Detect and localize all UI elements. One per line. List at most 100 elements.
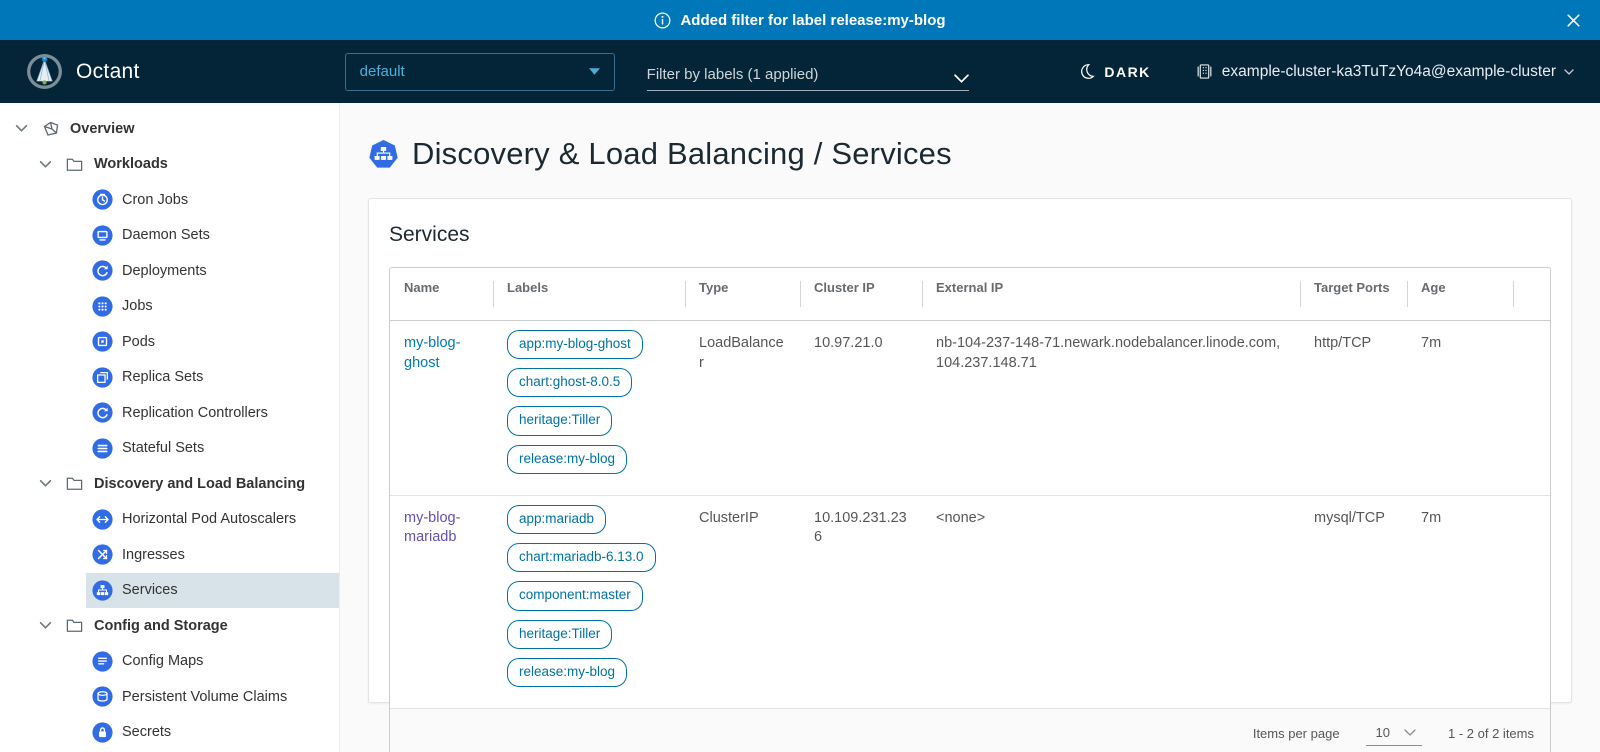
- sidebar-item-label: Ingresses: [122, 547, 185, 563]
- sidebar-item-config-maps[interactable]: Config Maps: [86, 644, 339, 680]
- cell-name: my-blog-mariadb: [390, 496, 493, 708]
- cell-labels: app:my-blog-ghost chart:ghost-8.0.5 herita…: [493, 321, 685, 495]
- sidebar-item-label: Discovery and Load Balancing: [94, 476, 305, 492]
- sidebar-item-label: Secrets: [122, 724, 171, 740]
- config-maps-icon: [92, 651, 113, 672]
- chevron-down-icon: [1404, 729, 1416, 736]
- info-icon: [654, 12, 671, 29]
- jobs-icon: [92, 296, 113, 317]
- sidebar-item-label: Replication Controllers: [122, 405, 268, 421]
- sidebar-item-services[interactable]: Services: [86, 573, 339, 609]
- label-pill[interactable]: heritage:Tiller: [507, 620, 612, 649]
- sidebar-item-pods[interactable]: Pods: [86, 324, 339, 360]
- namespace-select[interactable]: default: [345, 53, 615, 91]
- cell-cluster_ip: 10.109.231.236: [800, 496, 922, 708]
- chevron-down-icon[interactable]: [34, 160, 56, 169]
- sidebar-item-deployments[interactable]: Deployments: [86, 253, 339, 289]
- sidebar-item-label: Stateful Sets: [122, 440, 204, 456]
- label-pill[interactable]: app:mariadb: [507, 505, 606, 534]
- column-header-age[interactable]: Age: [1407, 268, 1513, 320]
- sidebar-item-secrets[interactable]: Secrets: [86, 715, 339, 751]
- moon-icon: [1078, 63, 1095, 80]
- table-pagination: Items per page 10 1 - 2 of 2 items: [390, 709, 1550, 752]
- sidebar-item-label: Cron Jobs: [122, 192, 188, 208]
- items-per-page-select[interactable]: 10: [1366, 722, 1422, 746]
- sidebar-item-cron-jobs[interactable]: Cron Jobs: [86, 182, 339, 218]
- services-icon: [92, 580, 113, 601]
- horizontal-pod-autoscalers-icon: [92, 509, 113, 530]
- label-filter-text: Filter by labels (1 applied): [647, 66, 819, 83]
- chevron-down-icon: [1564, 69, 1574, 75]
- label-pill[interactable]: release:my-blog: [507, 658, 627, 687]
- column-header-labels[interactable]: Labels: [493, 268, 685, 320]
- cluster-icon: [1195, 62, 1214, 81]
- cell-age: 7m: [1407, 496, 1513, 708]
- label-filter-dropdown[interactable]: Filter by labels (1 applied): [647, 53, 969, 91]
- sidebar-item-config-and-storage[interactable]: Config and Storage: [0, 608, 339, 644]
- cell-target_ports: http/TCP: [1300, 321, 1407, 495]
- sidebar-item-ingresses[interactable]: Ingresses: [86, 537, 339, 573]
- cell-external_ip: nb-104-237-148-71.newark.nodebalancer.li…: [922, 321, 1300, 495]
- sidebar-item-stateful-sets[interactable]: Stateful Sets: [86, 431, 339, 467]
- stateful-sets-icon: [92, 438, 113, 459]
- services-card: Services NameLabelsTypeCluster IPExterna…: [368, 198, 1572, 703]
- overview-icon: [40, 118, 61, 139]
- column-header-name[interactable]: Name: [390, 268, 493, 320]
- column-header-target_ports[interactable]: Target Ports: [1300, 268, 1407, 320]
- pagination-range: 1 - 2 of 2 items: [1448, 726, 1534, 741]
- column-header-cluster_ip[interactable]: Cluster IP: [800, 268, 922, 320]
- label-pill[interactable]: release:my-blog: [507, 445, 627, 474]
- label-pill[interactable]: chart:ghost-8.0.5: [507, 368, 632, 397]
- label-pill[interactable]: app:my-blog-ghost: [507, 330, 643, 359]
- column-header-type[interactable]: Type: [685, 268, 800, 320]
- main-content: Discovery & Load Balancing / Services Se…: [340, 103, 1600, 752]
- cell-labels: app:mariadb chart:mariadb-6.13.0 component…: [493, 496, 685, 708]
- namespace-value: default: [360, 63, 405, 80]
- sidebar-item-persistent-volume-claims[interactable]: Persistent Volume Claims: [86, 679, 339, 715]
- notification-bar: Added filter for label release:my-blog: [0, 0, 1600, 40]
- cluster-selector[interactable]: example-cluster-ka3TuTzYo4a@example-clus…: [1195, 62, 1574, 81]
- sidebar-item-jobs[interactable]: Jobs: [86, 289, 339, 325]
- app-header: Octant default Filter by labels (1 appli…: [0, 40, 1600, 103]
- chevron-down-icon[interactable]: [34, 479, 56, 488]
- dark-mode-toggle[interactable]: DARK: [1078, 63, 1150, 80]
- chevron-down-icon[interactable]: [34, 621, 56, 630]
- label-pill[interactable]: heritage:Tiller: [507, 406, 612, 435]
- sidebar-item-label: Persistent Volume Claims: [122, 689, 287, 705]
- chevron-down-icon[interactable]: [10, 124, 32, 133]
- folder-icon: [64, 615, 85, 636]
- replica-sets-icon: [92, 367, 113, 388]
- sidebar-item-discovery-and-load-balancing[interactable]: Discovery and Load Balancing: [0, 466, 339, 502]
- sidebar-item-label: Daemon Sets: [122, 227, 210, 243]
- sidebar-item-label: Overview: [70, 121, 135, 137]
- app-logo-wrap[interactable]: Octant: [26, 53, 140, 90]
- service-name-link[interactable]: my-blog-mariadb: [404, 510, 460, 546]
- sidebar-item-daemon-sets[interactable]: Daemon Sets: [86, 218, 339, 254]
- cell-cluster_ip: 10.97.21.0: [800, 321, 922, 495]
- sidebar-item-overview[interactable]: Overview: [0, 111, 339, 147]
- sidebar-item-label: Workloads: [94, 156, 168, 172]
- replication-controllers-icon: [92, 402, 113, 423]
- sidebar-item-workloads[interactable]: Workloads: [0, 147, 339, 183]
- label-pill[interactable]: chart:mariadb-6.13.0: [507, 543, 656, 572]
- pods-icon: [92, 331, 113, 352]
- label-pill[interactable]: component:master: [507, 581, 643, 610]
- sidebar-item-horizontal-pod-autoscalers[interactable]: Horizontal Pod Autoscalers: [86, 502, 339, 538]
- sidebar-item-label: Replica Sets: [122, 369, 203, 385]
- cluster-name: example-cluster-ka3TuTzYo4a@example-clus…: [1222, 63, 1556, 81]
- folder-icon: [64, 473, 85, 494]
- sidebar-item-label: Services: [122, 582, 178, 598]
- service-name-link[interactable]: my-blog-ghost: [404, 335, 460, 371]
- items-per-page-label: Items per page: [1253, 726, 1340, 741]
- cell-type: LoadBalancer: [685, 321, 800, 495]
- ingresses-icon: [92, 544, 113, 565]
- sidebar-item-replication-controllers[interactable]: Replication Controllers: [86, 395, 339, 431]
- cron-jobs-icon: [92, 189, 113, 210]
- sidebar-item-label: Pods: [122, 334, 155, 350]
- sidebar-item-label: Deployments: [122, 263, 207, 279]
- close-icon[interactable]: [1562, 9, 1584, 31]
- column-header-external_ip[interactable]: External IP: [922, 268, 1300, 320]
- page-title: Discovery & Load Balancing / Services: [412, 136, 952, 172]
- table-row: my-blog-ghost app:my-blog-ghost chart:ghos…: [390, 321, 1550, 496]
- sidebar-item-replica-sets[interactable]: Replica Sets: [86, 360, 339, 396]
